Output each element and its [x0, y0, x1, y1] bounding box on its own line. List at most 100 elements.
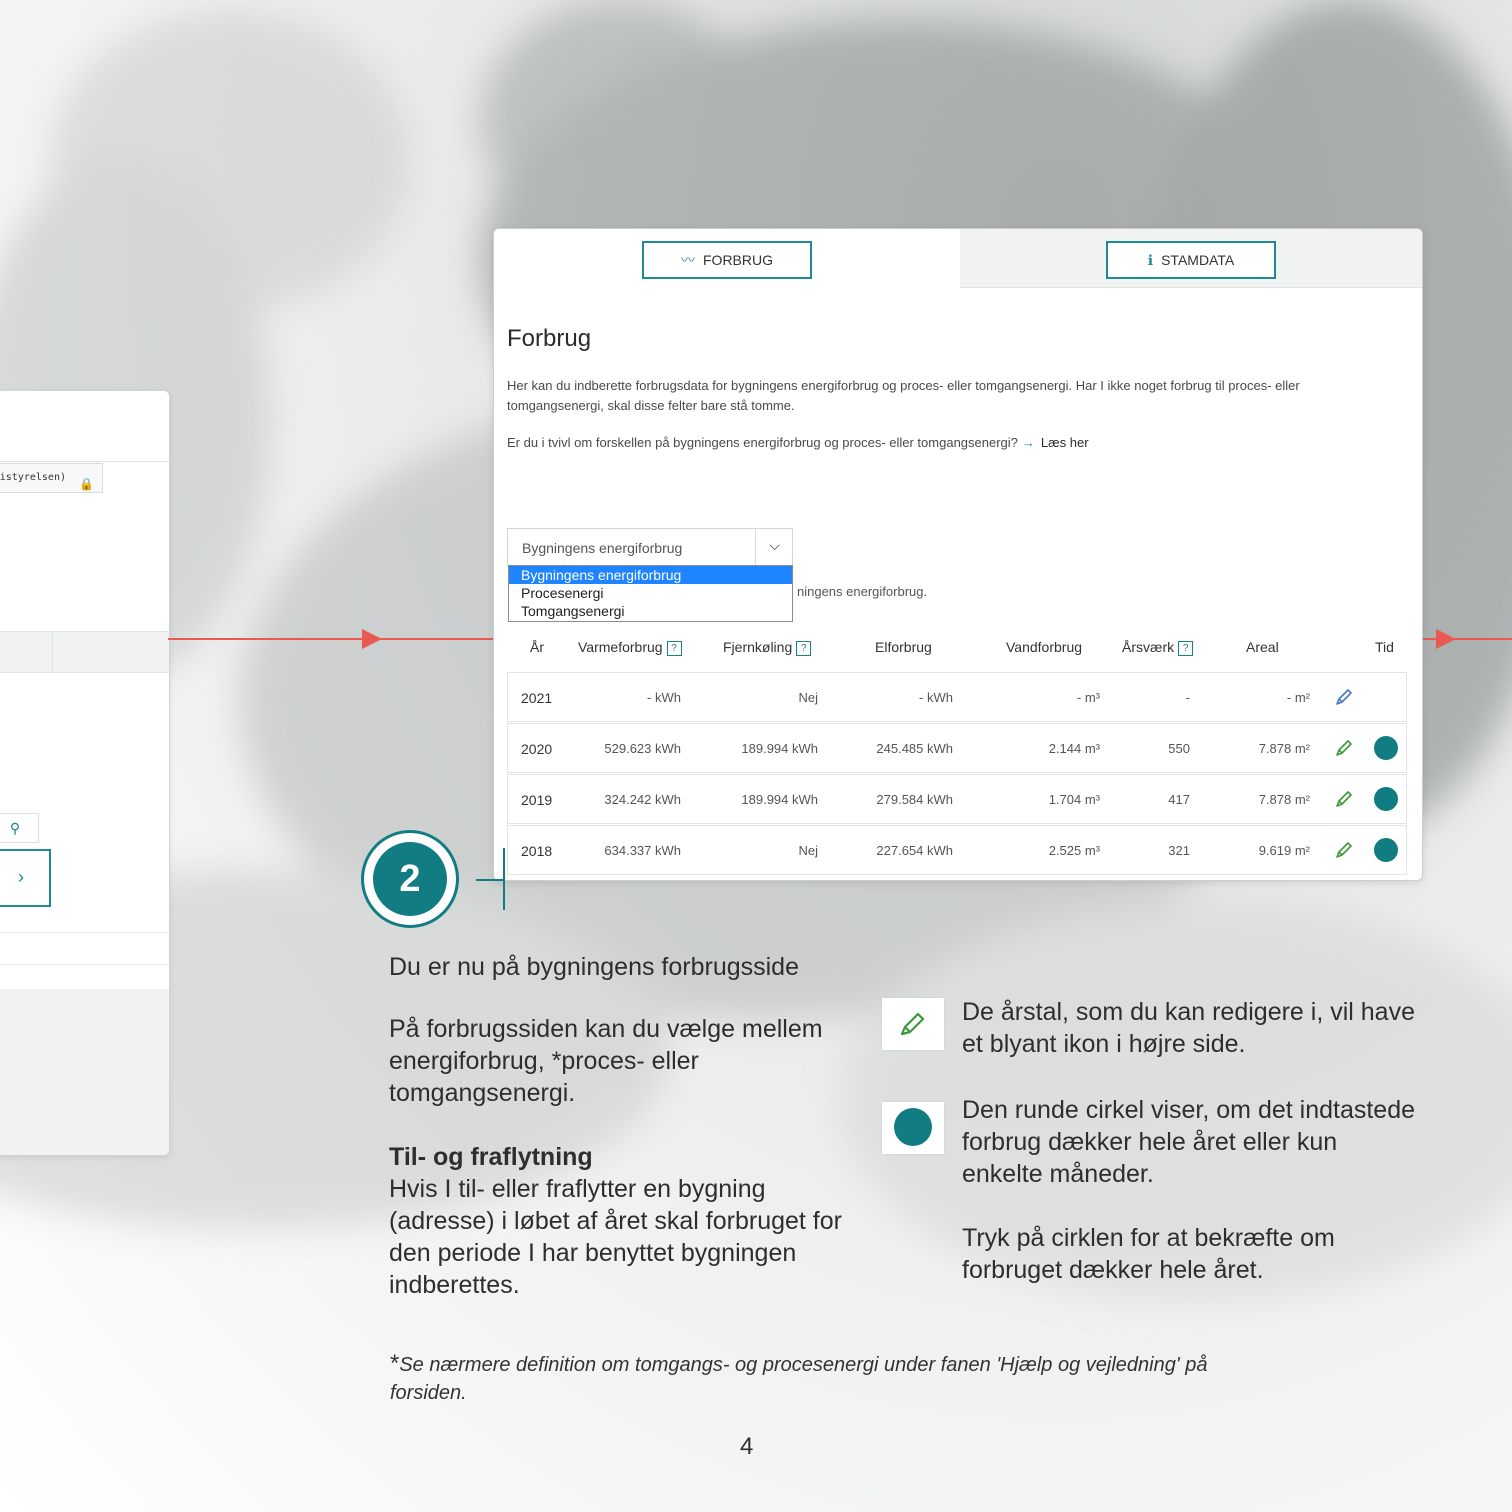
cell-year: 2018 [521, 843, 553, 859]
chevron-down-icon: ⌵ [769, 537, 780, 553]
cell-areal: 7.878 m² [1258, 792, 1310, 807]
arrow-line-right-b [1421, 638, 1512, 640]
step-number: 2 [373, 842, 447, 916]
header-aarsvaerk: Årsværk? [1122, 639, 1194, 656]
cell-areal: 7.878 m² [1258, 741, 1310, 756]
cell-year: 2019 [521, 792, 553, 808]
table-row: 2021 - kWh Nej - kWh - m³ - - m² [507, 672, 1407, 722]
arrow-line-right-a [377, 638, 493, 640]
left-footer [0, 989, 169, 1155]
cell-el: 279.584 kWh [876, 792, 953, 807]
cell-areal: - m² [1286, 690, 1310, 705]
table-row: 2020 529.623 kWh 189.994 kWh 245.485 kWh… [507, 723, 1407, 773]
cell-vand: - m³ [1076, 690, 1100, 705]
cell-vand: 2.525 m³ [1048, 843, 1100, 858]
intro-text: Her kan du indberette forbrugsdata for b… [507, 378, 1300, 413]
cell-vand: 1.704 m³ [1048, 792, 1100, 807]
partially-hidden-text: ningens energiforbrug. [797, 584, 928, 599]
cell-el: 227.654 kWh [876, 843, 953, 858]
energy-type-select[interactable]: Bygningens energiforbrug ⌵ [507, 528, 793, 566]
option-bygningens-energiforbrug[interactable]: Bygningens energiforbrug [509, 566, 792, 584]
step-badge: 2 [361, 830, 459, 928]
cell-el: - kWh [919, 690, 953, 705]
info-icon: ℹ [1147, 251, 1154, 268]
left-tab-bar [0, 631, 169, 673]
pencil-icon[interactable] [1334, 840, 1354, 860]
header-areal: Areal [1246, 639, 1279, 655]
energy-type-dropdown: Bygningens energiforbrug Procesenergi To… [508, 565, 793, 622]
tab-forbrug[interactable]: 〰 FORBRUG [642, 241, 812, 279]
header-varmeforbrug: Varmeforbrug? [578, 639, 682, 656]
chevron-right-button[interactable]: › [0, 849, 51, 907]
pencil-icon-sample [882, 998, 944, 1050]
bracket-v [503, 848, 505, 910]
tab-stamdata-label: STAMDATA [1161, 252, 1235, 268]
header-elforbrug: Elforbrug [875, 639, 932, 655]
page-title: Forbrug [507, 325, 592, 352]
cell-aarsvaerk: - [1185, 690, 1190, 705]
read-more-link[interactable]: Læs her [1041, 435, 1089, 450]
circle-explanation: Den runde cirkel viser, om det indtasted… [962, 1096, 1416, 1188]
option-tomgangsenergi[interactable]: Tomgangsenergi [509, 602, 792, 620]
header-tid: Tid [1375, 639, 1394, 655]
cell-vand: 2.144 m³ [1048, 741, 1100, 756]
tab-stamdata[interactable]: ℹ STAMDATA [1106, 241, 1276, 279]
cell-fjern: 189.994 kWh [741, 741, 818, 756]
lock-tag: rgistyrelsen) 🔒 [0, 463, 103, 493]
lock-icon: 🔒 [79, 477, 94, 491]
help-icon[interactable]: ? [666, 641, 682, 656]
cell-aarsvaerk: 550 [1168, 741, 1190, 756]
cell-fjern: Nej [798, 690, 818, 705]
help-icon[interactable]: ? [1178, 641, 1194, 656]
pencil-icon[interactable] [1334, 738, 1354, 758]
cell-year: 2020 [521, 741, 553, 757]
cell-aarsvaerk: 417 [1168, 792, 1190, 807]
cell-varme: 324.242 kWh [604, 792, 681, 807]
header-vandforbrug: Vandforbrug [1006, 639, 1083, 655]
cell-varme: - kWh [647, 690, 681, 705]
tag-text: rgistyrelsen) [0, 472, 66, 483]
pencil-icon[interactable] [1334, 687, 1354, 707]
table-row: 2018 634.337 kWh Nej 227.654 kWh 2.525 m… [507, 825, 1407, 875]
tab-bar: 〰 FORBRUG ℹ STAMDATA [494, 229, 1422, 288]
cell-varme: 634.337 kWh [604, 843, 681, 858]
header-fjernkoeling: Fjernkøling? [723, 639, 812, 656]
sub-heading: Til- og fraflytning [389, 1143, 593, 1171]
full-year-circle[interactable] [1374, 787, 1398, 811]
cell-year: 2021 [521, 690, 553, 706]
circle-icon-sample [882, 1102, 944, 1154]
left-window: rgistyrelsen) 🔒 ⚲ › [0, 390, 170, 1156]
pencil-icon [900, 1012, 925, 1036]
full-year-circle[interactable] [1374, 736, 1398, 760]
cell-fjern: Nej [798, 843, 818, 858]
tab-forbrug-label: FORBRUG [703, 252, 773, 268]
pencil-explanation: De årstal, som du kan redigere i, vil ha… [962, 998, 1415, 1058]
circle-icon [894, 1108, 932, 1146]
arrow-line-left [168, 638, 368, 640]
paragraph-energy-types: På forbrugssiden kan du vælge mellem ene… [389, 1015, 823, 1107]
heading-text: Du er nu på bygningens forbrugsside [389, 953, 799, 981]
help-icon[interactable]: ? [796, 641, 812, 656]
main-window: 〰 FORBRUG ℹ STAMDATA Forbrug Her kan du … [493, 228, 1423, 881]
table-row: 2019 324.242 kWh 189.994 kWh 279.584 kWh… [507, 774, 1407, 824]
arrow-right-icon: → [1021, 435, 1035, 450]
cell-areal: 9.619 m² [1258, 843, 1310, 858]
question-text: Er du i tvivl om forskellen på bygningen… [507, 435, 1018, 450]
cell-varme: 529.623 kWh [604, 741, 681, 756]
confirm-explanation: Tryk på cirklen for at bekræfte om forbr… [962, 1224, 1335, 1284]
pencil-icon[interactable] [1334, 789, 1354, 809]
page-number: 4 [740, 1433, 754, 1460]
bracket-h [476, 879, 504, 881]
select-value: Bygningens energiforbrug [522, 540, 683, 556]
help-question: Er du i tvivl om forskellen på bygningen… [507, 435, 1089, 450]
header-aar: År [530, 639, 544, 655]
full-year-circle[interactable] [1374, 838, 1398, 862]
search-icon[interactable]: ⚲ [0, 813, 39, 843]
cell-aarsvaerk: 321 [1168, 843, 1190, 858]
chart-line-icon: 〰 [681, 252, 695, 268]
footnote: *Se nærmere definition om tomgangs- og p… [390, 1350, 1208, 1404]
cell-el: 245.485 kWh [876, 741, 953, 756]
paragraph-moving: Hvis I til- eller fraflytter en bygning … [389, 1175, 842, 1299]
cell-fjern: 189.994 kWh [741, 792, 818, 807]
option-procesenergi[interactable]: Procesenergi [509, 584, 792, 602]
